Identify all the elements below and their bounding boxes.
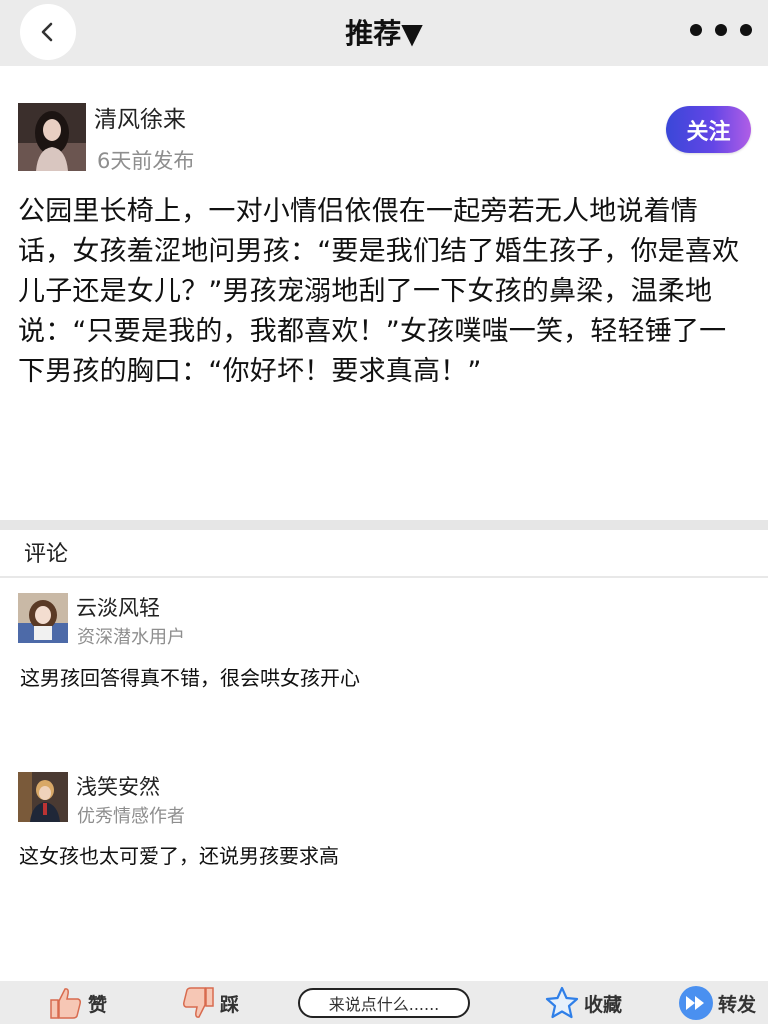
more-dot xyxy=(740,24,752,36)
comment-text: 这男孩回答得真不错，很会哄女孩开心 xyxy=(20,666,360,690)
divider xyxy=(0,576,768,578)
commenter-name[interactable]: 云淡风轻 xyxy=(76,592,160,622)
follow-button[interactable]: 关注 xyxy=(666,106,751,153)
comment-text: 这女孩也太可爱了，还说男孩要求高 xyxy=(19,844,339,868)
more-dots-icon xyxy=(690,24,702,36)
commenter-role: 资深潜水用户 xyxy=(77,627,185,648)
post-content: 公园里长椅上，一对小情侣依偎在一起旁若无人地说着情话，女孩羞涩地问男孩：“要是我… xyxy=(18,196,740,387)
dislike-button[interactable]: 踩 xyxy=(180,983,239,1023)
more-dot xyxy=(715,24,727,36)
author-avatar[interactable] xyxy=(18,103,86,171)
share-label: 转发 xyxy=(718,993,757,1016)
like-label: 赞 xyxy=(88,993,108,1016)
commenter-role: 优秀情感作者 xyxy=(77,806,185,827)
favorite-label: 收藏 xyxy=(584,993,623,1016)
like-button[interactable]: 赞 xyxy=(48,983,107,1023)
feed-selector[interactable]: 推荐▼ xyxy=(0,12,768,52)
commenter-avatar[interactable] xyxy=(18,772,68,822)
favorite-button[interactable]: 收藏 xyxy=(544,983,622,1023)
thumbs-down-icon xyxy=(183,987,214,1018)
dislike-label: 踩 xyxy=(220,993,240,1016)
share-button[interactable]: 转发 xyxy=(678,983,756,1023)
fast-forward-icon xyxy=(679,986,713,1020)
post-time: 6天前发布 xyxy=(97,149,195,173)
bottom-action-bar: 赞 踩 来说点什么...... 收藏 转发 xyxy=(0,981,768,1024)
thumbs-up-icon xyxy=(50,988,81,1019)
comments-header: 评论 xyxy=(24,542,69,567)
comment-input[interactable]: 来说点什么...... xyxy=(298,988,470,1018)
section-divider xyxy=(0,520,768,530)
star-icon xyxy=(545,986,579,1019)
top-bar: 推荐▼ xyxy=(0,0,768,66)
author-name[interactable]: 清风徐来 xyxy=(94,100,186,134)
more-button[interactable] xyxy=(690,21,752,39)
commenter-name[interactable]: 浅笑安然 xyxy=(76,771,160,801)
commenter-avatar[interactable] xyxy=(18,593,68,643)
